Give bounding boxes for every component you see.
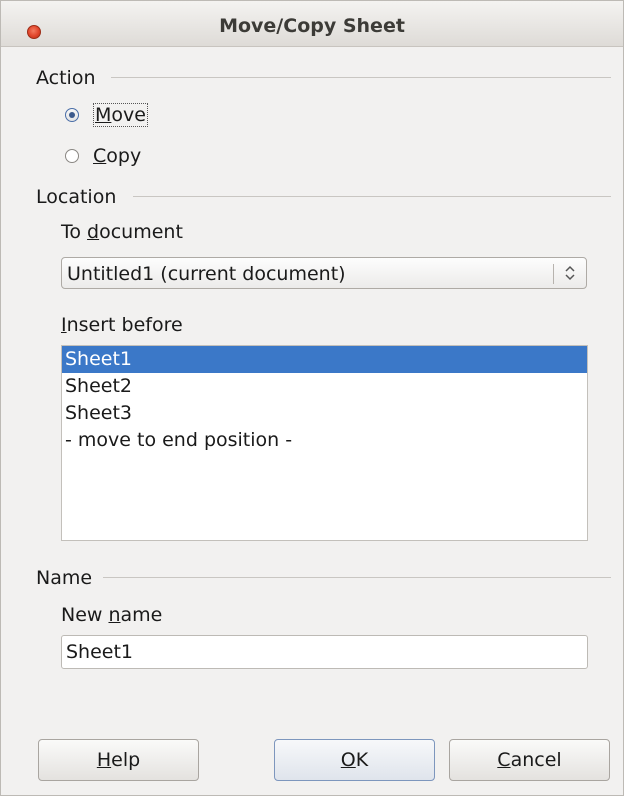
ok-button[interactable]: OK (274, 739, 435, 781)
name-divider (103, 577, 611, 578)
list-item-sheet1[interactable]: Sheet1 (62, 346, 587, 373)
new-name-label: New name (61, 604, 163, 626)
move-radio-button[interactable] (65, 108, 79, 122)
copy-radio-button[interactable] (65, 149, 79, 163)
insert-before-label: Insert before (61, 314, 183, 336)
location-section-label: Location (36, 186, 117, 208)
copy-radio-option[interactable]: Copy (65, 145, 141, 167)
dropdown-separator (553, 264, 554, 284)
to-document-value: Untitled1 (current document) (67, 263, 346, 285)
move-radio-option[interactable]: Move (65, 103, 148, 127)
help-button[interactable]: Help (38, 739, 199, 781)
list-item-sheet3[interactable]: Sheet3 (62, 400, 587, 427)
action-section-label: Action (36, 67, 96, 89)
dialog-title: Move/Copy Sheet (219, 15, 405, 37)
to-document-label: To document (61, 221, 183, 243)
move-copy-sheet-dialog: Move/Copy Sheet Action Move Copy Locatio… (0, 0, 624, 796)
list-item-end-position[interactable]: - move to end position - (62, 427, 587, 454)
cancel-button[interactable]: Cancel (449, 739, 610, 781)
move-radio-label: Move (93, 103, 148, 127)
action-divider (111, 77, 611, 78)
copy-label-text: opy (106, 145, 142, 167)
copy-radio-label: Copy (93, 145, 142, 167)
to-document-dropdown[interactable]: Untitled1 (current document) (61, 257, 587, 289)
chevron-up-down-icon[interactable] (562, 263, 578, 283)
name-section-label: Name (36, 567, 93, 589)
insert-before-list[interactable]: Sheet1 Sheet2 Sheet3 - move to end posit… (61, 345, 588, 541)
new-name-input[interactable]: Sheet1 (61, 635, 588, 669)
title-bar: Move/Copy Sheet (1, 1, 623, 47)
move-label-text: ove (111, 104, 146, 126)
list-item-sheet2[interactable]: Sheet2 (62, 373, 587, 400)
location-divider (133, 196, 611, 197)
